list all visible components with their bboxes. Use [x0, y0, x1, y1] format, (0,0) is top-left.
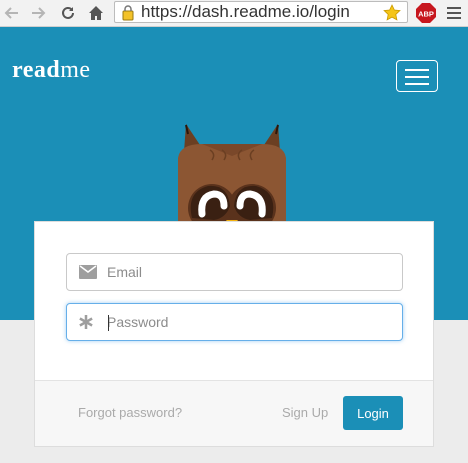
logo-light-text: me: [60, 57, 91, 83]
warning-lock-icon: [122, 5, 134, 21]
forgot-password-link[interactable]: Forgot password?: [78, 405, 182, 420]
adblock-icon[interactable]: ABP: [416, 3, 436, 23]
url-text: https://dash.readme.io/login: [141, 2, 350, 21]
signup-link[interactable]: Sign Up: [282, 405, 328, 420]
email-input[interactable]: [107, 254, 387, 290]
reload-button[interactable]: [58, 3, 78, 23]
home-icon: [89, 6, 103, 20]
address-bar[interactable]: https://dash.readme.io/login: [114, 1, 408, 23]
back-arrow-icon: [4, 7, 18, 19]
password-input[interactable]: [107, 304, 387, 340]
browser-menu-icon[interactable]: [446, 4, 462, 22]
reload-icon: [62, 6, 74, 19]
logo-bold-text: read: [12, 57, 61, 83]
email-field[interactable]: [66, 253, 403, 291]
login-card: Forgot password? Sign Up Login: [34, 221, 434, 447]
bookmark-star-icon[interactable]: [383, 4, 401, 22]
text-caret: [108, 315, 109, 331]
back-button[interactable]: [2, 3, 22, 23]
adblock-label: ABP: [418, 10, 434, 19]
readme-logo[interactable]: readme: [12, 57, 91, 84]
home-button[interactable]: [86, 3, 106, 23]
login-card-footer: Forgot password? Sign Up Login: [35, 380, 433, 446]
browser-toolbar: https://dash.readme.io/login ABP: [0, 0, 468, 27]
asterisk-icon: [79, 315, 93, 329]
forward-button[interactable]: [28, 3, 48, 23]
password-field[interactable]: [66, 303, 403, 341]
login-button[interactable]: Login: [343, 396, 403, 430]
envelope-icon: [79, 265, 97, 279]
forward-arrow-icon: [32, 7, 46, 19]
owl-mascot-icon: [178, 124, 286, 226]
nav-menu-button[interactable]: [396, 60, 438, 92]
